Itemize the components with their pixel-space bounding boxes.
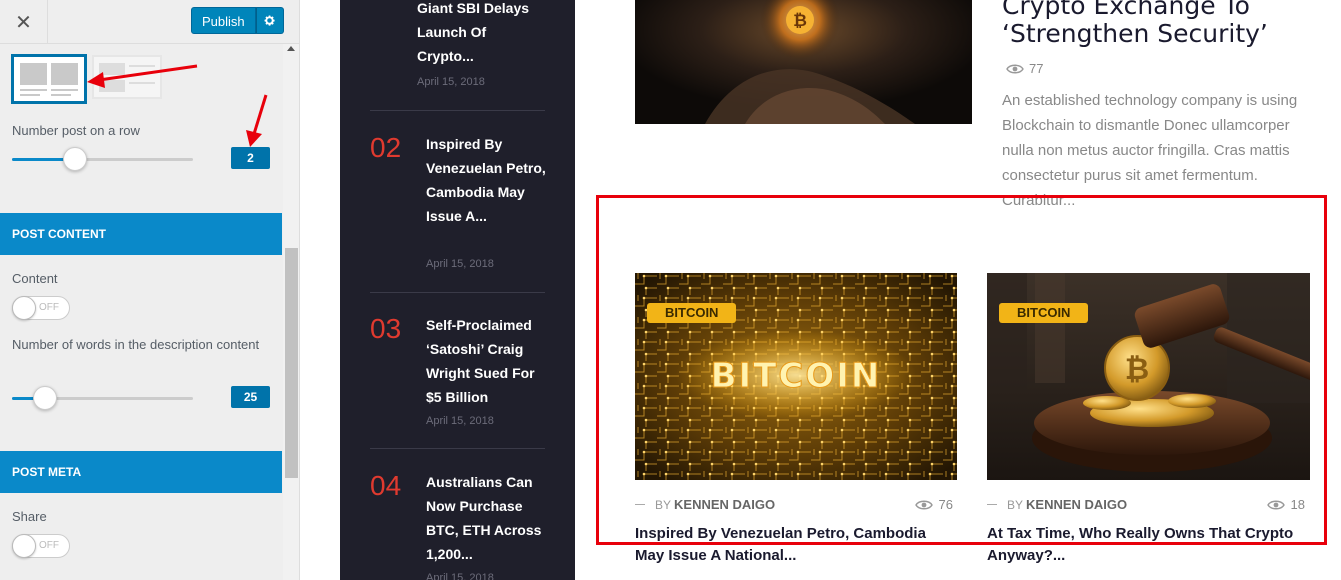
svg-text:₿: ₿ bbox=[793, 11, 807, 31]
content-toggle[interactable]: OFF bbox=[12, 296, 70, 320]
slider-handle[interactable] bbox=[63, 147, 87, 171]
eye-icon bbox=[1266, 500, 1285, 509]
hero-image-graphic: ₿ bbox=[635, 0, 972, 124]
view-count: 77 bbox=[1029, 61, 1044, 76]
view-count: 76 bbox=[938, 497, 953, 512]
share-toggle[interactable]: OFF bbox=[12, 534, 70, 558]
eye-icon bbox=[914, 500, 933, 509]
rank-number: 03 bbox=[370, 313, 402, 344]
post-card-image[interactable]: ₿ BITCOIN bbox=[987, 273, 1310, 480]
hero-post-excerpt: An established technology company is usi… bbox=[1002, 92, 1298, 209]
layout-preview-line bbox=[20, 94, 40, 96]
toggle-knob bbox=[12, 534, 36, 558]
post-content-section-header[interactable]: POST CONTENT bbox=[0, 213, 282, 255]
layout-preview-block bbox=[20, 63, 47, 85]
ranked-post-title[interactable]: Australians Can Now Purchase BTC, ETH Ac… bbox=[426, 470, 550, 566]
hero-post-image[interactable]: ₿ bbox=[635, 0, 972, 124]
by-label: BY bbox=[655, 497, 672, 512]
svg-text:₿: ₿ bbox=[1125, 352, 1149, 387]
gear-icon bbox=[264, 15, 275, 26]
layout-option-two-column[interactable] bbox=[12, 55, 86, 103]
meta-dash bbox=[635, 504, 645, 505]
layout-preview-line bbox=[51, 89, 78, 91]
divider bbox=[370, 110, 545, 111]
layout-preview-line bbox=[129, 65, 155, 67]
content-label: Content bbox=[12, 271, 58, 286]
customizer-panel: ✕ Publish Number post on a row 2 POST CO… bbox=[0, 0, 300, 580]
layout-preview-block bbox=[99, 63, 125, 75]
number-post-slider[interactable] bbox=[12, 147, 193, 171]
ranked-post-title[interactable]: Inspired By Venezuelan Petro, Cambodia M… bbox=[426, 132, 550, 228]
number-post-value[interactable]: 2 bbox=[231, 147, 270, 169]
publish-settings-button[interactable] bbox=[255, 7, 284, 34]
layout-preview-block bbox=[51, 63, 78, 85]
words-description-label: Number of words in the description conte… bbox=[12, 337, 260, 352]
scroll-up-icon[interactable] bbox=[287, 46, 295, 51]
meta-dash bbox=[987, 504, 997, 505]
post-meta: BY KENNEN DAIGO 76 bbox=[635, 497, 953, 512]
rank-number: 04 bbox=[370, 470, 402, 501]
post-meta: BY KENNEN DAIGO 18 bbox=[987, 497, 1305, 512]
hero-post-title[interactable]: Crypto Exchange To ‘Strengthen Security’ bbox=[1002, 0, 1322, 48]
ranked-post-date: April 15, 2018 bbox=[426, 572, 494, 580]
number-post-label: Number post on a row bbox=[12, 123, 140, 138]
ranked-post-date: April 15, 2018 bbox=[426, 415, 494, 427]
words-value[interactable]: 25 bbox=[231, 386, 270, 408]
annotation-arrow-icon bbox=[246, 94, 268, 147]
close-customizer-button[interactable]: ✕ bbox=[0, 0, 48, 44]
layout-preview-block bbox=[99, 80, 125, 92]
rank-number: 02 bbox=[370, 132, 402, 163]
close-icon: ✕ bbox=[15, 11, 32, 34]
rank-number: 01 bbox=[370, 0, 401, 6]
panel-scrollbar[interactable] bbox=[283, 44, 299, 580]
layout-preview-line bbox=[51, 94, 71, 96]
author-link[interactable]: KENNEN DAIGO bbox=[1026, 497, 1127, 512]
words-slider[interactable] bbox=[12, 386, 193, 410]
popular-posts-widget: 01 Giant SBI Delays Launch Of Crypto... … bbox=[340, 0, 575, 580]
toggle-knob bbox=[12, 296, 36, 320]
eye-icon bbox=[1006, 64, 1024, 73]
share-label: Share bbox=[12, 509, 47, 524]
slider-handle[interactable] bbox=[33, 386, 57, 410]
view-count: 18 bbox=[1290, 497, 1305, 512]
ranked-post-date: April 15, 2018 bbox=[417, 76, 485, 88]
customizer-header: ✕ Publish bbox=[0, 0, 299, 44]
post-card-title[interactable]: At Tax Time, Who Really Owns That Crypto… bbox=[987, 523, 1317, 567]
category-badge[interactable]: BITCOIN bbox=[647, 303, 737, 323]
image-caption-text: BITCOIN bbox=[711, 356, 882, 396]
toggle-state-text: OFF bbox=[39, 302, 59, 313]
hero-views: 77 bbox=[1006, 61, 1043, 76]
ranked-post-title[interactable]: Giant SBI Delays Launch Of Crypto... bbox=[417, 0, 541, 68]
divider bbox=[370, 448, 545, 449]
layout-option-list[interactable] bbox=[92, 55, 162, 99]
divider bbox=[370, 292, 545, 293]
post-card-image[interactable]: BITCOIN BITCOIN bbox=[635, 273, 957, 480]
author-link[interactable]: KENNEN DAIGO bbox=[674, 497, 775, 512]
publish-button[interactable]: Publish bbox=[191, 7, 256, 34]
post-card-title[interactable]: Inspired By Venezuelan Petro, Cambodia M… bbox=[635, 523, 957, 567]
category-badge[interactable]: BITCOIN bbox=[999, 303, 1089, 323]
scrollbar-thumb[interactable] bbox=[285, 248, 298, 478]
toggle-state-text: OFF bbox=[39, 540, 59, 551]
layout-preview-line bbox=[129, 82, 155, 84]
layout-preview-line bbox=[20, 89, 47, 91]
post-meta-section-header[interactable]: POST META bbox=[0, 451, 282, 493]
by-label: BY bbox=[1007, 497, 1024, 512]
ranked-post-title[interactable]: Self-Proclaimed ‘Satoshi’ Craig Wright S… bbox=[426, 313, 550, 409]
ranked-post-date: April 15, 2018 bbox=[426, 258, 494, 270]
publish-group: Publish bbox=[191, 7, 284, 34]
